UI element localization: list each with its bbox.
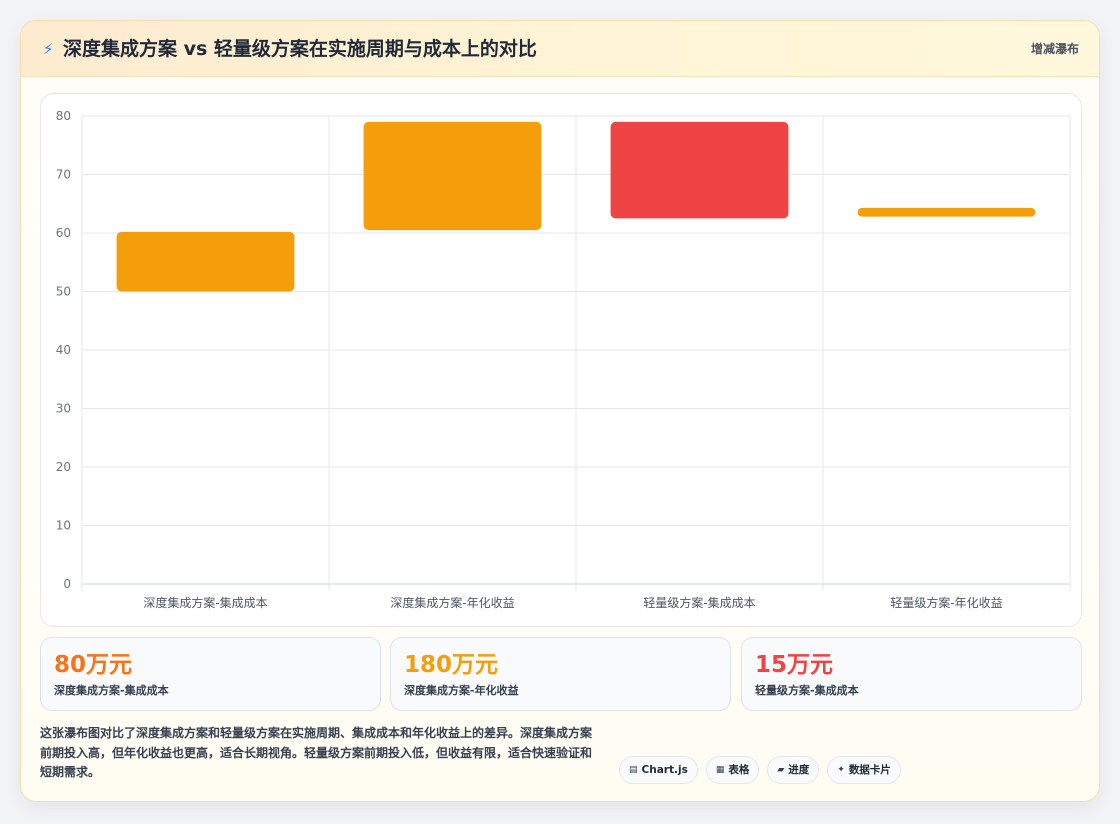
y-tick-label: 40 (56, 343, 71, 357)
tag-chartjs[interactable]: ▤ Chart.js (619, 756, 698, 784)
stat-label: 深度集成方案-集成成本 (54, 684, 169, 697)
stat-label: 轻量级方案-集成成本 (755, 684, 859, 697)
tag-table[interactable]: ▦ 表格 (705, 756, 760, 784)
tag-progress[interactable]: ▰ 进度 (767, 756, 820, 784)
y-tick-label: 80 (56, 109, 71, 123)
tag-label: 进度 (788, 764, 810, 776)
page-title: 深度集成方案 vs 轻量级方案在实施周期与成本上的对比 (63, 38, 537, 60)
chart-type-tag: 增减瀑布 (1030, 42, 1079, 56)
waterfall-bar (116, 231, 295, 292)
table-icon: ▦ (715, 765, 725, 775)
stat-value: 80万元 (54, 652, 133, 678)
tag-label: 数据卡片 (848, 764, 891, 776)
tech-tags: ▤ Chart.js ▦ 表格 ▰ 进度 ✦ 数据卡片 (619, 756, 901, 784)
x-tick-label: 轻量级方案-年化收益 (890, 595, 1002, 610)
y-tick-label: 70 (56, 168, 71, 182)
chart-icon: ▤ (629, 765, 638, 775)
stat-card-3: 15万元 轻量级方案-集成成本 (741, 637, 1082, 711)
stat-card-1: 80万元 深度集成方案-集成成本 (40, 637, 381, 711)
chart-panel: 0 10 20 30 40 50 60 70 80 深度集成方案-集成成本 深度集成方案-年化收益 轻… (40, 93, 1082, 627)
y-tick-label: 30 (56, 402, 71, 416)
y-tick-label: 10 (56, 519, 71, 533)
y-tick-label: 60 (56, 226, 71, 240)
tag-label: Chart.js (641, 764, 688, 776)
y-tick-label: 0 (63, 577, 71, 591)
stat-card-2: 180万元 深度集成方案-年化收益 (390, 637, 731, 711)
main-card: ⚡ 深度集成方案 vs 轻量级方案在实施周期与成本上的对比 增减瀑布 0 10 20… (20, 20, 1100, 802)
waterfall-bar (363, 121, 542, 231)
chart-description: 这张瀑布图对比了深度集成方案和轻量级方案在实施周期、集成成本和年化收益上的差异。… (40, 726, 593, 779)
y-tick-label: 50 (56, 285, 71, 299)
waterfall-bar (857, 207, 1036, 217)
tag-data-card[interactable]: ✦ 数据卡片 (827, 756, 901, 784)
y-tick-label: 20 (56, 460, 71, 474)
x-tick-label: 轻量级方案-集成成本 (643, 595, 755, 610)
stat-value: 180万元 (404, 652, 499, 678)
tag-label: 表格 (728, 764, 750, 776)
waterfall-bar (610, 121, 789, 219)
stat-label: 深度集成方案-年化收益 (404, 684, 519, 697)
sparkle-icon: ✦ (837, 765, 845, 775)
stat-value: 15万元 (755, 652, 834, 678)
x-tick-label: 深度集成方案-年化收益 (390, 595, 514, 610)
progress-icon: ▰ (777, 765, 785, 775)
lightning-icon: ⚡ (43, 40, 54, 58)
x-tick-label: 深度集成方案-集成成本 (143, 595, 267, 610)
waterfall-chart: 0 10 20 30 40 50 60 70 80 深度集成方案-集成成本 深度集成方案-年化收益 轻… (56, 109, 1071, 610)
header-bar: ⚡ 深度集成方案 vs 轻量级方案在实施周期与成本上的对比 增减瀑布 (21, 21, 1099, 77)
